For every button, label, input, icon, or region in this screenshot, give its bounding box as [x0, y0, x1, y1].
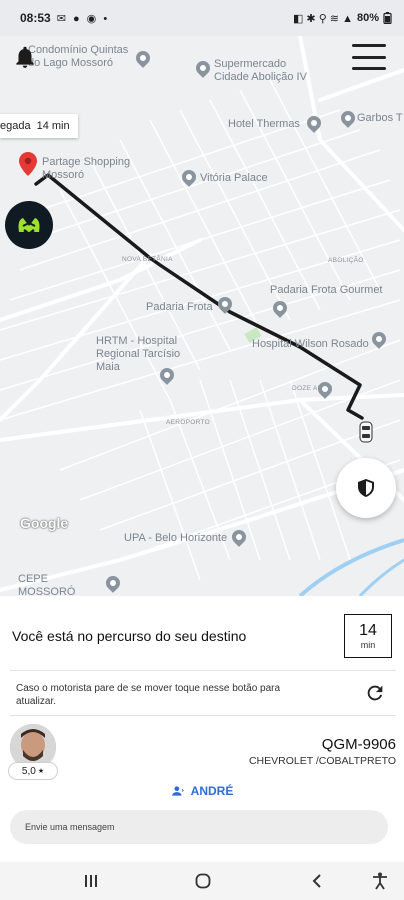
- menu-icon-bar: [352, 67, 386, 70]
- home-button[interactable]: [193, 872, 213, 890]
- arrival-label: egada: [0, 120, 31, 132]
- trip-panel: Você está no percurso do seu destino 14 …: [0, 596, 404, 862]
- map-label-aeroporto: AEROPORTO: [166, 419, 210, 426]
- status-time: 08:53: [20, 11, 51, 25]
- bell-icon: [16, 46, 34, 68]
- app-logo-icon: [18, 218, 40, 236]
- recent-apps-button[interactable]: [82, 872, 100, 890]
- map-label-upa: UPA - Belo Horizonte: [124, 532, 228, 544]
- car-icon: [359, 421, 373, 443]
- home-icon: [195, 873, 211, 889]
- eta-value: 14: [359, 622, 377, 639]
- google-logo: Google: [20, 515, 69, 531]
- accessibility-icon: [373, 872, 387, 890]
- system-icons: ◧ ✱ ⚲ ≋ ▲: [292, 12, 353, 25]
- battery-level: 80%: [356, 12, 379, 24]
- divider: [10, 670, 396, 671]
- refresh-icon: [367, 685, 383, 701]
- system-nav-bar: [0, 862, 404, 900]
- vehicle-plate: QGM-9906: [321, 736, 396, 753]
- map-label-nova-betania: NOVA BETÂNIA: [122, 256, 173, 263]
- vehicle-model: CHEVROLET /COBALTPRETO: [248, 755, 396, 767]
- refresh-button[interactable]: [364, 682, 386, 704]
- status-right: ◧ ✱ ⚲ ≋ ▲ 80%: [293, 12, 392, 25]
- rating-value: 5,0: [21, 765, 36, 777]
- status-bar: 08:53 ✉ ● ◉ • ◧ ✱ ⚲ ≋ ▲ 80%: [0, 0, 404, 36]
- map-label-hrtm: HRTM - Hospital Regional Tarcísio Maia: [96, 335, 181, 373]
- map-label-partage: Partage Shopping Mossoró: [42, 156, 131, 181]
- map-label-hospital-wilson: Hospital Wilson Rosado: [252, 338, 369, 350]
- map-label-garbos: Garbos T: [357, 112, 403, 124]
- star-icon: ★: [37, 768, 45, 775]
- accessibility-button[interactable]: [370, 872, 390, 890]
- safety-shield-button[interactable]: [336, 458, 396, 518]
- message-input[interactable]: [10, 810, 388, 844]
- trip-status-message: Você está no percurso do seu destino: [12, 628, 247, 644]
- divider: [10, 715, 396, 716]
- notification-bell-button[interactable]: [12, 44, 38, 70]
- destination-pin-icon: [19, 152, 37, 176]
- eta-unit: min: [360, 640, 376, 650]
- map-label-padaria-frota: Padaria Frota: [146, 301, 213, 313]
- driver-rating: 5,0 ★: [8, 762, 58, 780]
- arrival-chip: egada 14 min: [0, 114, 78, 138]
- map-label-hotel-thermas: Hotel Thermas: [228, 118, 300, 130]
- driver-name: ANDRÉ: [190, 784, 234, 798]
- recent-apps-icon: [85, 875, 97, 887]
- arrival-time: 14 min: [36, 120, 70, 132]
- menu-icon-bar: [352, 44, 386, 47]
- eta-box: 14 min: [344, 614, 392, 658]
- user-icon: [171, 786, 184, 796]
- shield-icon: [358, 479, 374, 497]
- refresh-hint: Caso o motorista pare de se mover toque …: [16, 683, 281, 707]
- driver-name-link[interactable]: ANDRÉ: [0, 784, 404, 798]
- app-logo: [5, 201, 53, 249]
- battery-icon: [383, 12, 392, 24]
- notification-icons: ✉ ● ◉ •: [56, 12, 110, 25]
- map-label-supermercado: Supermercado Cidade Abolição IV: [214, 58, 307, 83]
- map-label-padaria-gourmet: Padaria Frota Gourmet: [270, 284, 383, 296]
- map-label-abolicao: ABOLIÇÃO: [328, 257, 364, 264]
- map-label-condominio: Condomínio Quintas do Lago Mossoró: [28, 44, 129, 69]
- map-label-cepe: CEPE MOSSORÓ (ASPETRO): [18, 573, 76, 596]
- menu-icon-bar: [352, 55, 386, 59]
- back-icon: [312, 874, 321, 888]
- menu-button[interactable]: [352, 44, 386, 70]
- map-label-vitoria: Vitória Palace: [200, 172, 268, 184]
- back-button[interactable]: [308, 872, 326, 890]
